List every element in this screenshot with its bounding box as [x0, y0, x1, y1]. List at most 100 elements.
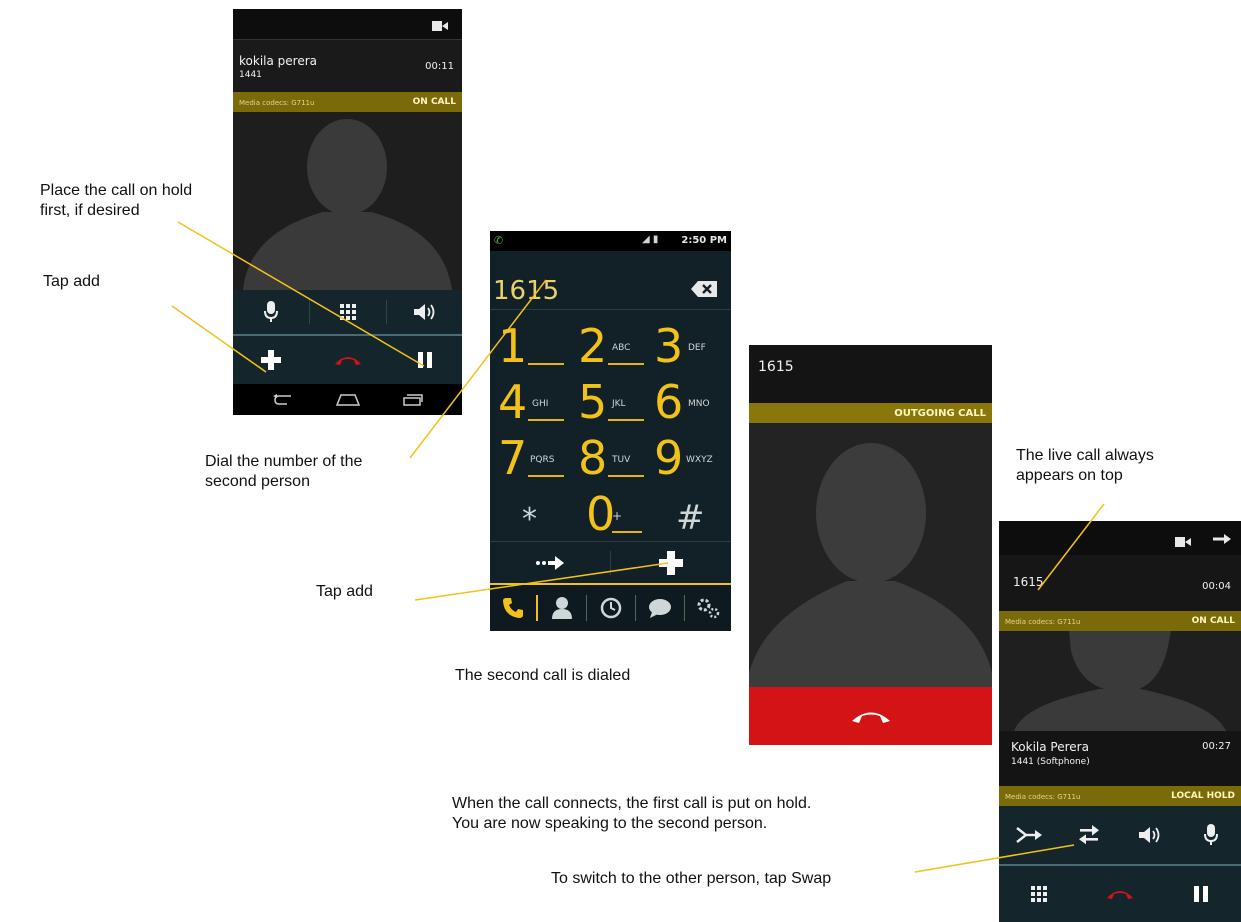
- speaker-button[interactable]: [1119, 806, 1180, 864]
- microphone-icon: [264, 301, 278, 322]
- screen-outgoing: 1615 OUTGOING CALL: [749, 345, 992, 745]
- key-5[interactable]: 5 JKL: [570, 377, 650, 432]
- video-icon[interactable]: [1175, 533, 1191, 552]
- back-icon[interactable]: [263, 384, 303, 415]
- end-call-button[interactable]: [749, 687, 992, 745]
- controls-row-1: [233, 290, 462, 334]
- hangup-button[interactable]: [1079, 866, 1161, 922]
- controls-row-1: [999, 806, 1241, 864]
- key-4[interactable]: 4 GHI: [490, 377, 570, 432]
- clock-icon: [600, 597, 622, 619]
- call-transfer-button[interactable]: [490, 543, 610, 583]
- key-6[interactable]: 6 MNO: [650, 377, 730, 432]
- plus-icon: [659, 551, 683, 575]
- add-call-button[interactable]: [611, 543, 731, 583]
- annotation-call-connects: When the call connects, the first call i…: [452, 795, 812, 832]
- live-status-band: Media codecs: G711u ON CALL: [999, 611, 1241, 631]
- key-hash[interactable]: #: [650, 489, 730, 544]
- avatar: [749, 423, 992, 687]
- nav-bar: [233, 384, 462, 415]
- hangup-icon: [1107, 891, 1133, 899]
- keypad-button[interactable]: [999, 866, 1079, 922]
- speaker-icon: [413, 304, 434, 320]
- hangup-button[interactable]: [310, 336, 386, 384]
- tab-history[interactable]: [587, 585, 635, 631]
- keypad-button[interactable]: [310, 290, 386, 334]
- live-codec-label: Media codecs: G711u: [1005, 618, 1081, 626]
- keypad-icon: [340, 304, 356, 320]
- merge-button[interactable]: [999, 806, 1059, 864]
- held-call-timer: 00:27: [1202, 741, 1231, 752]
- key-9[interactable]: 9 WXYZ: [650, 433, 730, 488]
- contact-icon: [552, 597, 572, 619]
- backspace-icon[interactable]: [691, 281, 717, 301]
- home-icon[interactable]: [328, 384, 368, 415]
- caller-number: 1441: [239, 70, 262, 80]
- pause-icon: [417, 352, 432, 368]
- merge-icon: [1016, 827, 1042, 843]
- annotation-switch-swap: To switch to the other person, tap Swap: [551, 870, 832, 887]
- tab-contacts[interactable]: [538, 585, 586, 631]
- signal-icons: ◢ ▮: [642, 234, 659, 245]
- status-bar: ✆ ◢ ▮ 2:50 PM: [490, 231, 731, 251]
- outgoing-number: 1615: [758, 359, 794, 375]
- speaker-icon: [1138, 827, 1159, 843]
- screen-in-call: kokila perera 1441 00:11 Media codecs: G…: [233, 9, 462, 415]
- dialed-number: 1615: [493, 276, 560, 306]
- screen-two-calls: 1615 00:04 Media codecs: G711u ON CALL K…: [999, 521, 1241, 922]
- hangup-icon: [851, 712, 890, 723]
- hangup-icon: [335, 357, 361, 365]
- key-3[interactable]: 3 DEF: [650, 321, 730, 376]
- key-1[interactable]: 1: [490, 321, 570, 376]
- swap-icon: [1079, 825, 1099, 845]
- held-caller-name: Kokila Perera: [1011, 740, 1089, 754]
- annotation-live-call-top: The live call always appears on top: [1016, 447, 1154, 484]
- avatar: [999, 631, 1241, 731]
- tab-settings[interactable]: [685, 585, 731, 631]
- live-call-status: ON CALL: [1191, 616, 1235, 626]
- video-icon[interactable]: [432, 17, 448, 36]
- key-7[interactable]: 7 PQRS: [490, 433, 570, 488]
- annotation-hold-first: Place the call on hold first, if desired: [40, 182, 193, 219]
- live-call-number: 1615: [1013, 575, 1044, 589]
- gears-icon: [697, 598, 720, 619]
- key-8[interactable]: 8 TUV: [570, 433, 650, 488]
- pause-icon: [1194, 886, 1208, 902]
- mute-button[interactable]: [233, 290, 309, 334]
- keypad-icon: [1031, 886, 1047, 902]
- annotation-tap-add-2: Tap add: [316, 583, 373, 600]
- transfer-arrow-icon[interactable]: [1209, 531, 1233, 550]
- held-caller-number: 1441 (Softphone): [1011, 757, 1090, 767]
- keypad: 1 2 ABC 3 DEF 4 GHI 5 JKL 6 MNO 7 PQRS 8…: [490, 321, 731, 551]
- key-2[interactable]: 2 ABC: [570, 321, 650, 376]
- avatar: [233, 112, 462, 290]
- hold-button[interactable]: [387, 336, 462, 384]
- phone-status-icon: ✆: [494, 234, 504, 247]
- held-status-band: Media codecs: G711u LOCAL HOLD: [999, 786, 1241, 806]
- caller-name: kokila perera: [239, 54, 317, 68]
- status-band: Media codecs: G711u ON CALL: [233, 92, 462, 112]
- hold-button[interactable]: [1161, 866, 1241, 922]
- phone-icon: [503, 598, 523, 618]
- recent-apps-icon[interactable]: [393, 384, 433, 415]
- bottom-tabs: [490, 585, 731, 631]
- key-0[interactable]: 0 +: [570, 489, 650, 544]
- codec-label: Media codecs: G711u: [239, 99, 315, 107]
- controls-row-2: [999, 866, 1241, 922]
- annotation-second-dialed: The second call is dialed: [455, 667, 631, 684]
- controls-row-2: [233, 336, 462, 384]
- swap-button[interactable]: [1059, 806, 1119, 864]
- tab-messages[interactable]: [636, 585, 684, 631]
- key-star[interactable]: *: [490, 489, 570, 544]
- call-timer: 00:11: [425, 61, 454, 72]
- speaker-button[interactable]: [387, 290, 462, 334]
- tab-dialer[interactable]: [490, 585, 536, 631]
- plus-icon: [261, 350, 281, 370]
- annotation-dial-number: Dial the number of the second person: [205, 453, 363, 490]
- mute-button[interactable]: [1180, 806, 1241, 864]
- top-bar: [233, 9, 462, 39]
- annotation-tap-add-1: Tap add: [43, 273, 100, 290]
- dotted-arrow-icon: [536, 556, 564, 570]
- add-call-button[interactable]: [233, 336, 309, 384]
- status-time: 2:50 PM: [681, 235, 727, 246]
